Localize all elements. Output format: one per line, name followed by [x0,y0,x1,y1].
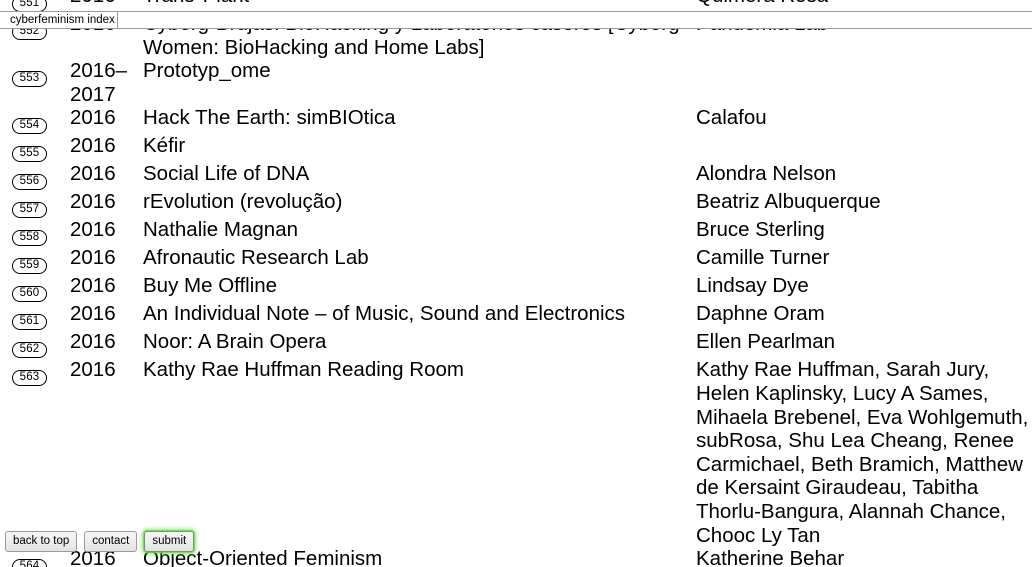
row-author[interactable] [696,134,1032,162]
row-number-cell: 556 [0,162,70,191]
row-number-cell: 563 [0,358,70,547]
header-divider [117,12,118,28]
back-to-top-button[interactable]: back to top [5,530,78,552]
site-header-bar: cyberfeminism index [0,11,1032,29]
row-title[interactable]: Kéfir [143,134,696,162]
row-number-cell: 560 [0,274,70,303]
table-row[interactable]: 559 2016 Afronautic Research Lab Camille Tu… [0,246,1032,275]
index-scroll-area[interactable]: 5512016Trans*PlantQuimera Rosa5522016Cyb… [0,0,1032,567]
row-title[interactable]: Noor: A Brain Opera [143,330,696,358]
row-number-badge: 563 [12,370,47,387]
row-author[interactable]: Camille Turner [696,246,1032,274]
row-author[interactable]: Lindsay Dye [696,274,1032,302]
row-number-badge: 556 [12,174,47,191]
row-year: 2016 [70,274,116,298]
table-row[interactable]: 557 2016 rEvolution (revolução) Beatriz Alb… [0,190,1032,219]
submit-button[interactable]: submit [144,530,195,552]
row-number-cell: 554 [0,106,70,135]
row-title[interactable]: Nathalie Magnan [143,218,696,246]
table-row[interactable]: 555 2016 Kéfir [0,134,1032,163]
row-year: 2016 [70,106,116,130]
row-year: 2016 [70,330,116,354]
row-title[interactable]: An Individual Note – of Music, Sound and… [143,302,696,330]
site-title: cyberfeminism index [10,14,115,26]
row-year: 2016–2017 [70,59,128,106]
row-year: 2016 [70,162,116,186]
row-number-cell: 562 [0,330,70,359]
cyberfeminism-index-table: 5512016Trans*PlantQuimera Rosa5522016Cyb… [0,0,1032,567]
row-number-badge: 559 [12,258,47,275]
row-number-badge: 553 [12,71,47,88]
row-year: 2016 [70,246,116,270]
table-row[interactable]: 556 2016 Social Life of DNA Alondra Nelson [0,162,1032,191]
row-year: 2016 [70,358,116,382]
row-year: 2016 [70,302,116,326]
row-title[interactable]: Afronautic Research Lab [143,246,696,274]
row-year: 2016 [70,190,116,214]
row-title[interactable]: Buy Me Offline [143,274,696,302]
row-title[interactable]: rEvolution (revolução) [143,190,696,218]
table-row[interactable]: 563 2016 Kathy Rae Huffman Reading Room Kat… [0,358,1032,547]
row-number-badge: 564 [12,559,47,567]
row-number-cell: 559 [0,246,70,275]
table-row[interactable]: 560 2016 Buy Me Offline Lindsay Dye [0,274,1032,303]
row-number-cell: 558 [0,218,70,247]
table-row[interactable]: 562 2016 Noor: A Brain Opera Ellen Pearlman [0,330,1032,359]
row-author[interactable]: Katherine Behar [696,547,1032,567]
row-year: 2016 [70,134,116,158]
row-number-badge: 558 [12,230,47,247]
row-author[interactable]: Bruce Sterling [696,218,1032,246]
row-number-badge: 560 [12,286,47,303]
row-author[interactable]: Daphne Oram [696,302,1032,330]
row-author[interactable]: Kathy Rae Huffman, Sarah Jury, Helen Kap… [696,358,1032,547]
row-number-badge: 557 [12,202,47,219]
row-title[interactable]: Object-Oriented Feminism [143,547,696,567]
row-number-cell: 557 [0,190,70,219]
row-author[interactable]: Ellen Pearlman [696,330,1032,358]
row-title[interactable]: Social Life of DNA [143,162,696,190]
row-year: 2016 [70,218,116,242]
row-author[interactable]: Calafou [696,106,1032,134]
row-number-cell: 555 [0,134,70,163]
contact-button[interactable]: contact [84,530,138,552]
row-title[interactable]: Hack The Earth: simBIOtica [143,106,696,134]
row-author[interactable]: Beatriz Albuquerque [696,190,1032,218]
row-author[interactable]: Alondra Nelson [696,162,1032,190]
bottom-button-bar: back to top contact submit [0,530,195,552]
row-number-cell: 561 [0,302,70,331]
table-row[interactable]: 558 2016 Nathalie Magnan Bruce Sterling [0,218,1032,247]
table-row[interactable]: 561 2016 An Individual Note – of Music, So… [0,302,1032,331]
row-number-badge: 561 [12,314,47,331]
table-row[interactable]: 553 2016–2017 Prototyp_ome [0,59,1032,106]
row-number-badge: 562 [12,342,47,359]
row-number-cell: 553 [0,59,70,106]
row-author[interactable] [696,59,1032,106]
row-number-badge: 555 [12,146,47,163]
row-title[interactable]: Prototyp_ome [143,59,696,106]
table-row[interactable]: 554 2016 Hack The Earth: simBIOtica Calafou [0,106,1032,135]
row-title[interactable]: Kathy Rae Huffman Reading Room [143,358,696,547]
row-number-badge: 554 [12,118,47,135]
